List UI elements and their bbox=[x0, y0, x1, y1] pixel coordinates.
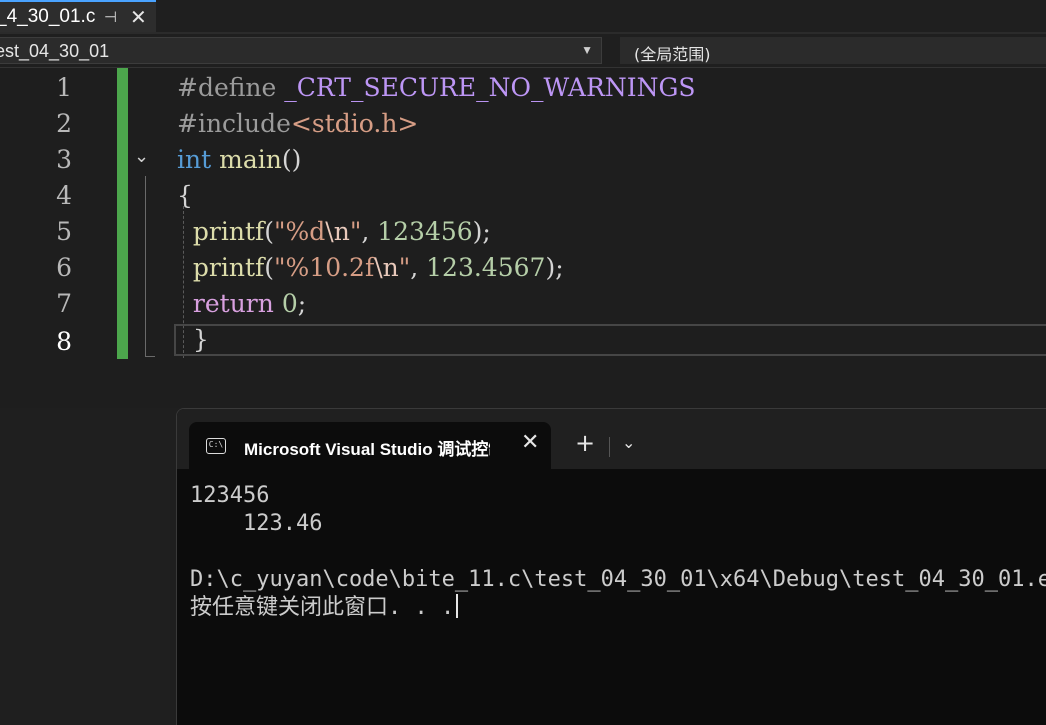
document-tab-title: _4_30_01.c bbox=[0, 6, 96, 27]
code-line-6[interactable]: printf("%10.2f\n", 123.4567); bbox=[177, 250, 564, 286]
token-number: 123.4567 bbox=[426, 253, 546, 282]
chevron-down-icon: ▼ bbox=[581, 43, 593, 57]
token-punct: , bbox=[410, 253, 427, 282]
line-number: 7 bbox=[56, 289, 72, 318]
token-punct: , bbox=[361, 217, 378, 246]
code-line-5[interactable]: printf("%d\n", 123456); bbox=[177, 214, 491, 250]
line-number: 2 bbox=[56, 109, 72, 138]
token-macro-name: _CRT_SECURE_NO_WARNINGS bbox=[284, 73, 696, 102]
token-directive: #define bbox=[177, 73, 277, 102]
token-string: " bbox=[398, 253, 411, 282]
token-function: printf bbox=[192, 253, 265, 282]
token-punct: ; bbox=[297, 289, 307, 318]
project-dropdown[interactable]: est_04_30_01 ▼ bbox=[0, 37, 602, 64]
line-number: 3 bbox=[56, 145, 72, 174]
token-string: "%10.2f bbox=[274, 253, 375, 282]
token-brace: { bbox=[177, 181, 193, 210]
token-punct: ); bbox=[472, 217, 491, 246]
code-line-4[interactable]: { bbox=[177, 178, 193, 214]
line-number: 4 bbox=[56, 181, 72, 210]
terminal-output-line: D:\c_yuyan\code\bite_11.c\test_04_30_01\… bbox=[190, 567, 1046, 592]
terminal-output-line: 123.46 bbox=[190, 511, 323, 536]
fold-region-line bbox=[145, 176, 146, 356]
pin-icon[interactable]: ⊣ bbox=[104, 8, 117, 26]
document-tab-strip: _4_30_01.c ⊣ ✕ bbox=[0, 0, 1046, 34]
terminal-tab-title: Microsoft Visual Studio 调试控制台 bbox=[244, 440, 490, 459]
token-string: " bbox=[349, 217, 362, 246]
line-number: 6 bbox=[56, 253, 72, 282]
token-function: printf bbox=[192, 217, 265, 246]
code-line-8[interactable]: } bbox=[177, 322, 209, 358]
token-escape: \n bbox=[325, 217, 350, 246]
code-editor[interactable]: 1 2 3 4 5 6 7 8 ⌄ #define _CRT_SECURE_NO… bbox=[0, 68, 1046, 408]
scope-dropdown-value: (全局范围) bbox=[634, 45, 711, 64]
token-brace: } bbox=[192, 325, 209, 354]
token-header: <stdio.h> bbox=[290, 109, 419, 138]
close-icon[interactable]: ✕ bbox=[521, 430, 539, 455]
visual-studio-window: _4_30_01.c ⊣ ✕ est_04_30_01 ▼ (全局范围) 1 2… bbox=[0, 0, 1046, 725]
token-directive: #include bbox=[177, 109, 291, 138]
chevron-down-icon[interactable]: ⌄ bbox=[622, 433, 635, 452]
divider bbox=[609, 437, 610, 457]
code-line-2[interactable]: #include<stdio.h> bbox=[177, 106, 418, 142]
terminal-output-prompt: 按任意键关闭此窗口. . . bbox=[190, 594, 459, 622]
terminal-prompt-text: 按任意键关闭此窗口. . . bbox=[190, 595, 455, 620]
token-number: 123456 bbox=[377, 217, 473, 246]
token-escape: \n bbox=[374, 253, 399, 282]
line-number: 5 bbox=[56, 217, 72, 246]
fold-chevron-icon[interactable]: ⌄ bbox=[134, 146, 149, 167]
token-type: int bbox=[177, 145, 212, 174]
document-tab[interactable]: _4_30_01.c ⊣ ✕ bbox=[0, 0, 156, 32]
current-line-highlight bbox=[174, 324, 1046, 356]
terminal-output-line: 123456 bbox=[190, 483, 270, 508]
token-string: "%d bbox=[274, 217, 326, 246]
code-line-7[interactable]: return 0; bbox=[177, 286, 306, 322]
token-parens: () bbox=[281, 145, 302, 174]
scope-dropdown[interactable]: (全局范围) bbox=[620, 37, 1046, 64]
navigation-bar: est_04_30_01 ▼ (全局范围) bbox=[0, 34, 1046, 68]
token-keyword: return bbox=[192, 289, 274, 318]
project-dropdown-value: est_04_30_01 bbox=[0, 41, 110, 61]
terminal-tab[interactable]: C:\ Microsoft Visual Studio 调试控制台 ✕ bbox=[189, 422, 551, 469]
code-line-1[interactable]: #define _CRT_SECURE_NO_WARNINGS bbox=[177, 70, 696, 106]
token-punct: ); bbox=[545, 253, 564, 282]
code-line-3[interactable]: int main() bbox=[177, 142, 301, 178]
line-number: 1 bbox=[56, 73, 72, 102]
text-cursor bbox=[456, 594, 459, 618]
debug-console-window: C:\ Microsoft Visual Studio 调试控制台 ✕ + ⌄ … bbox=[176, 408, 1046, 725]
token-punct: ( bbox=[264, 253, 275, 282]
line-number-current: 8 bbox=[56, 327, 72, 356]
new-tab-plus-icon[interactable]: + bbox=[575, 429, 595, 457]
token-number: 0 bbox=[281, 289, 298, 318]
close-icon[interactable]: ✕ bbox=[130, 5, 147, 30]
change-tracking-bar bbox=[117, 68, 128, 359]
token-punct: ( bbox=[264, 217, 275, 246]
token-function: main bbox=[219, 145, 282, 174]
terminal-title-bar: C:\ Microsoft Visual Studio 调试控制台 ✕ + ⌄ bbox=[177, 409, 1046, 469]
fold-region-end bbox=[145, 356, 155, 357]
console-icon: C:\ bbox=[206, 438, 226, 454]
